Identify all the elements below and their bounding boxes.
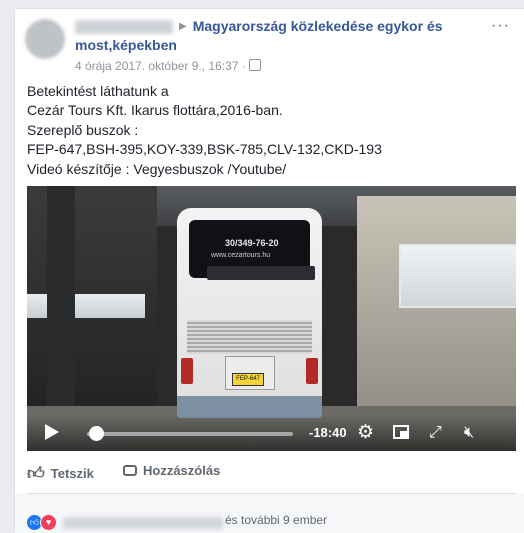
reactor-names-redacted[interactable] [63, 516, 223, 529]
post-text-line: Cezár Tours Kft. Ikarus flottára,2016-ba… [27, 102, 283, 119]
author-name-redacted[interactable] [75, 20, 173, 34]
bus-phone-number: 30/349-76-20 [225, 238, 279, 248]
love-reaction-icon: ♥ [40, 514, 57, 531]
right-arrow-icon: ▶ [179, 21, 187, 32]
play-icon[interactable] [45, 424, 59, 440]
post-text: Betekintést láthatunk a Cezár Tours Kft.… [27, 82, 507, 179]
post-header: ▶ Magyarország közlekedése egykor és most… [75, 17, 475, 55]
video-controls: -18:40 ⚙ ⤢ 🔇︎ [27, 415, 516, 451]
like-label: Tetszik [50, 466, 94, 481]
bus-tail-light [181, 358, 193, 384]
post-actions: 👍︎ Tetszik Hozzászólás [27, 463, 515, 485]
bus-url: www.cezartours.hu [211, 252, 271, 259]
gear-icon[interactable]: ⚙ [357, 423, 374, 443]
post-text-line: FEP-647,BSH-395,KOY-339,BSK-785,CLV-132,… [27, 141, 382, 158]
picture-in-picture-icon[interactable] [393, 425, 409, 439]
bus-license-plate: FEP-647 [232, 373, 264, 386]
post-card: ▶ Magyarország közlekedése egykor és most… [14, 8, 524, 533]
author-avatar[interactable] [25, 19, 65, 59]
progress-bar[interactable] [87, 432, 293, 436]
workshop-window [399, 244, 516, 308]
bus-grille [187, 320, 312, 354]
more-options-button[interactable]: ··· [491, 17, 510, 35]
thumbs-up-icon: 👍︎ [27, 464, 45, 483]
progress-handle[interactable] [89, 426, 104, 441]
comment-icon [123, 465, 137, 476]
post-text-line: Szereplő buszok : [27, 121, 139, 138]
divider [27, 493, 515, 494]
audience-icon[interactable] [248, 59, 261, 71]
mute-icon[interactable]: 🔇︎ [464, 423, 474, 443]
video-player[interactable]: 30/349-76-20 www.cezartours.hu FEP-647 -… [27, 186, 516, 451]
bus-sticker-icons [207, 266, 315, 280]
fullscreen-icon[interactable]: ⤢ [429, 423, 442, 443]
timestamp-text: 4 órája 2017. október 9., 16:37 · [75, 59, 246, 73]
comment-label: Hozzászólás [143, 463, 221, 478]
comment-button[interactable]: Hozzászólás [123, 463, 220, 478]
like-button[interactable]: 👍︎ Tetszik [27, 463, 94, 484]
bus-tail-light [306, 358, 318, 384]
bus-rear-window: 30/349-76-20 www.cezartours.hu [189, 220, 315, 280]
reaction-summary[interactable]: 👍︎ ♥ [27, 514, 223, 531]
garage-window [27, 294, 145, 318]
time-remaining: -18:40 [309, 425, 347, 440]
reactions-footer: 👍︎ ♥ és további 9 ember [15, 493, 524, 533]
video-frame: 30/349-76-20 www.cezartours.hu FEP-647 [27, 186, 516, 451]
post-text-line: Betekintést láthatunk a [27, 83, 169, 99]
post-timestamp[interactable]: 4 órája 2017. október 9., 16:37 · [75, 59, 261, 73]
bus-rear: 30/349-76-20 www.cezartours.hu FEP-647 [177, 208, 322, 418]
post-text-line: Videó készítője : Vegyesbuszok /Youtube/ [27, 160, 287, 177]
others-count[interactable]: és további 9 ember [225, 513, 327, 527]
